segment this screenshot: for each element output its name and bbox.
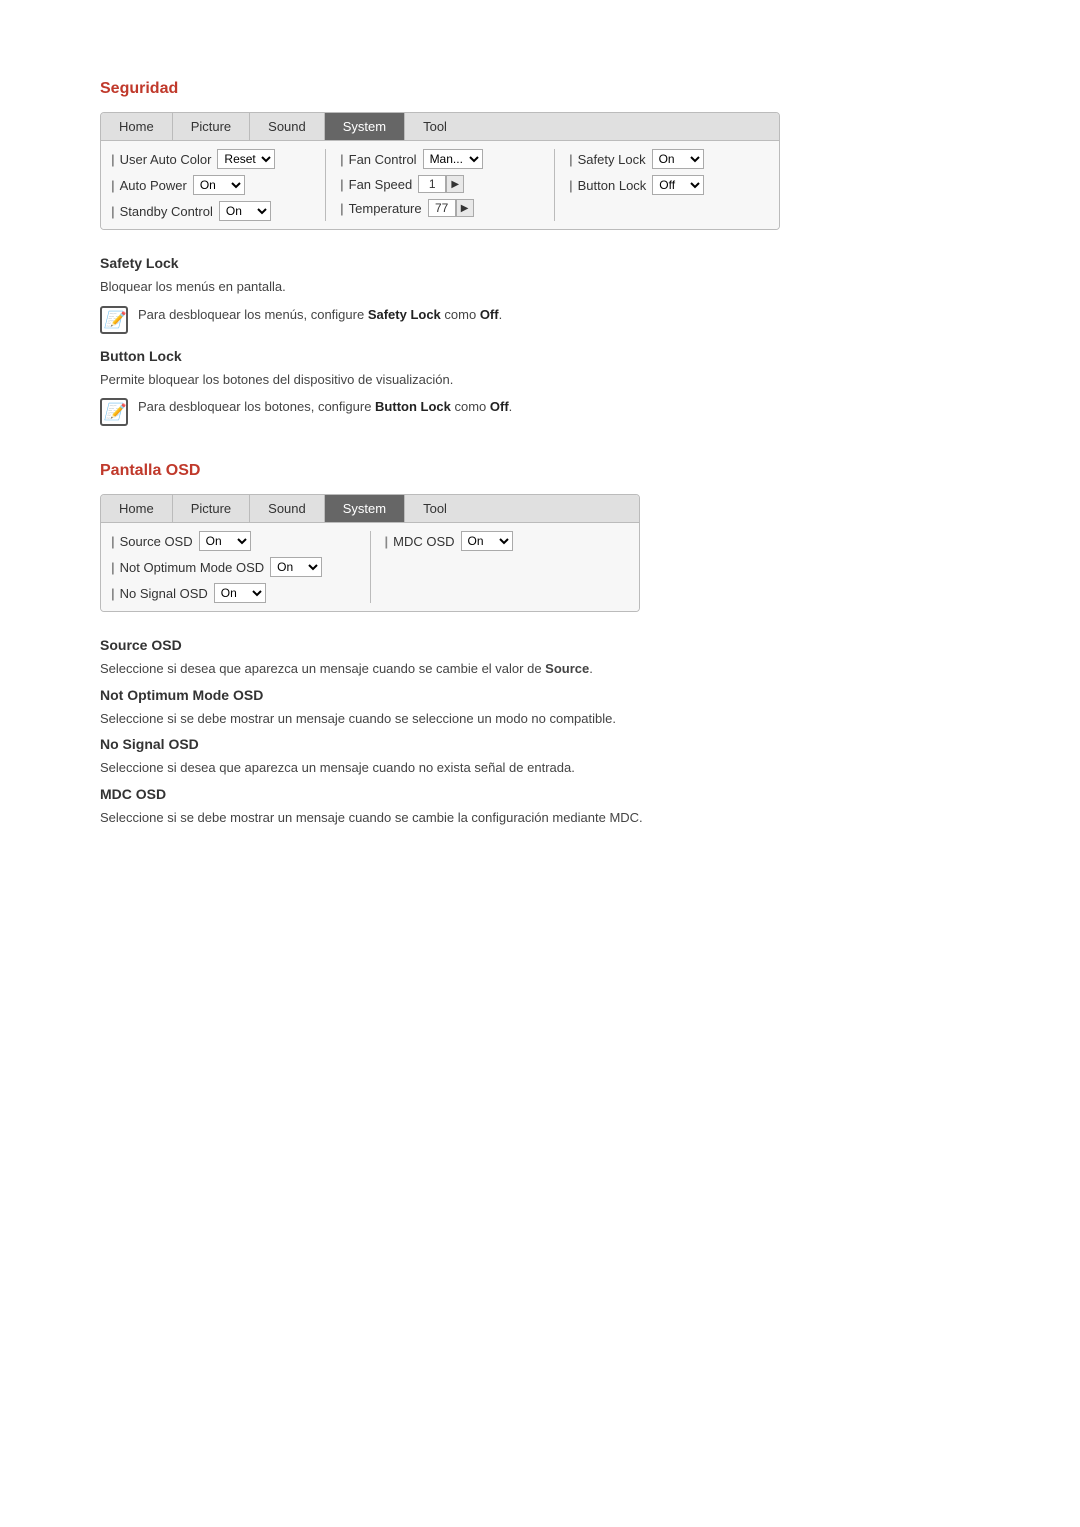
button-lock-note: 📝 Para desbloquear los botones, configur… <box>100 397 980 426</box>
no-signal-osd-title: No Signal OSD <box>100 736 980 752</box>
seg-row-auto-power: | Auto Power On Off <box>111 175 311 195</box>
pantalla-osd-menu: Home Picture Sound System Tool | Source … <box>100 494 640 612</box>
osd-tabs: Home Picture Sound System Tool <box>101 495 639 523</box>
seg-temperature-inc[interactable]: ▶ <box>456 199 474 217</box>
seg-divider2 <box>554 149 555 221</box>
mdc-osd-title: MDC OSD <box>100 786 980 802</box>
safety-lock-desc: Bloquear los menús en pantalla. <box>100 277 980 297</box>
seg-select-standby-control[interactable]: On Off <box>219 201 271 221</box>
seg-label-temperature: Temperature <box>349 201 422 216</box>
pantalla-osd-section: Pantalla OSD Home Picture Sound System T… <box>100 462 980 827</box>
note-icon-safety: 📝 <box>100 306 128 334</box>
safety-lock-note: 📝 Para desbloquear los menús, configure … <box>100 305 980 334</box>
seg-value-temperature: 77 <box>428 199 456 217</box>
osd-tab-system[interactable]: System <box>325 495 405 522</box>
seg-label-fan-control: Fan Control <box>349 152 417 167</box>
osd-menu-body: | Source OSD On Off | Not Optimum Mode O… <box>101 523 639 611</box>
seg-tab-home[interactable]: Home <box>101 113 173 140</box>
osd-row-mdc-osd: | MDC OSD On Off <box>385 531 630 551</box>
osd-tab-picture[interactable]: Picture <box>173 495 250 522</box>
seg-label-standby-control: Standby Control <box>120 204 213 219</box>
not-optimum-osd-title: Not Optimum Mode OSD <box>100 687 980 703</box>
osd-row-not-optimum: | Not Optimum Mode OSD On Off <box>111 557 356 577</box>
seg-row-standby-control: | Standby Control On Off <box>111 201 311 221</box>
osd-select-not-optimum[interactable]: On Off <box>270 557 322 577</box>
seg-label-button-lock: Button Lock <box>578 178 647 193</box>
osd-divider1 <box>370 531 371 603</box>
seg-select-user-auto-color[interactable]: Reset <box>217 149 275 169</box>
seg-row-user-auto-color: | User Auto Color Reset <box>111 149 311 169</box>
note-icon-button: 📝 <box>100 398 128 426</box>
osd-row-source-osd: | Source OSD On Off <box>111 531 356 551</box>
seg-col3: | Safety Lock On Off | Button Lock <box>569 149 769 221</box>
safety-lock-section: Safety Lock Bloquear los menús en pantal… <box>100 255 980 426</box>
seg-label-auto-power: Auto Power <box>120 178 187 193</box>
seg-select-fan-control[interactable]: Man... Auto <box>423 149 483 169</box>
osd-tab-home[interactable]: Home <box>101 495 173 522</box>
osd-row-no-signal: | No Signal OSD On Off <box>111 583 356 603</box>
osd-select-source-osd[interactable]: On Off <box>199 531 251 551</box>
seg-tab-tool[interactable]: Tool <box>405 113 465 140</box>
safety-lock-note-text: Para desbloquear los menús, configure Sa… <box>138 305 502 325</box>
osd-label-source-osd: Source OSD <box>120 534 193 549</box>
osd-select-no-signal[interactable]: On Off <box>214 583 266 603</box>
seg-col1: | User Auto Color Reset | Auto Power <box>111 149 311 221</box>
seg-label-safety-lock: Safety Lock <box>578 152 646 167</box>
osd-tab-sound[interactable]: Sound <box>250 495 325 522</box>
seg-divider1 <box>325 149 326 221</box>
seg-row-temperature: | Temperature 77 ▶ <box>340 199 540 217</box>
button-lock-title: Button Lock <box>100 348 980 364</box>
osd-label-mdc-osd: MDC OSD <box>393 534 454 549</box>
seg-select-safety-lock[interactable]: On Off <box>652 149 704 169</box>
seg-label-fan-speed: Fan Speed <box>349 177 413 192</box>
osd-label-not-optimum: Not Optimum Mode OSD <box>120 560 265 575</box>
seg-col2: | Fan Control Man... Auto | Fan Speed <box>340 149 540 221</box>
seg-tab-sound[interactable]: Sound <box>250 113 325 140</box>
osd-descriptions: Source OSD Seleccione si desea que apare… <box>100 637 980 827</box>
seg-select-auto-power[interactable]: On Off <box>193 175 245 195</box>
osd-col2: | MDC OSD On Off <box>385 531 630 603</box>
no-signal-osd-desc: Seleccione si desea que aparezca un mens… <box>100 758 980 778</box>
pantalla-osd-title: Pantalla OSD <box>100 462 980 480</box>
not-optimum-osd-desc: Seleccione si se debe mostrar un mensaje… <box>100 709 980 729</box>
seguridad-menu-body: | User Auto Color Reset | Auto Power <box>101 141 779 229</box>
button-lock-note-text: Para desbloquear los botones, configure … <box>138 397 512 417</box>
seg-row-button-lock: | Button Lock Off On <box>569 175 769 195</box>
seg-row-fan-speed: | Fan Speed 1 ▶ <box>340 175 540 193</box>
seg-row-safety-lock: | Safety Lock On Off <box>569 149 769 169</box>
osd-col1: | Source OSD On Off | Not Optimum Mode O… <box>111 531 356 603</box>
seguridad-menu: Home Picture Sound System Tool | User Au… <box>100 112 780 230</box>
source-osd-desc: Seleccione si desea que aparezca un mens… <box>100 659 980 679</box>
osd-tab-tool[interactable]: Tool <box>405 495 465 522</box>
seguridad-title: Seguridad <box>100 80 980 98</box>
button-lock-desc: Permite bloquear los botones del disposi… <box>100 370 980 390</box>
seg-value-fan-speed: 1 <box>418 175 446 193</box>
mdc-osd-desc: Seleccione si se debe mostrar un mensaje… <box>100 808 980 828</box>
seguridad-section: Seguridad Home Picture Sound System Tool… <box>100 80 980 426</box>
seg-label-user-auto-color: User Auto Color <box>120 152 212 167</box>
seg-tab-picture[interactable]: Picture <box>173 113 250 140</box>
seg-fan-speed-inc[interactable]: ▶ <box>446 175 464 193</box>
osd-label-no-signal: No Signal OSD <box>120 586 208 601</box>
source-osd-title: Source OSD <box>100 637 980 653</box>
seg-select-button-lock[interactable]: Off On <box>652 175 704 195</box>
seg-tab-system[interactable]: System <box>325 113 405 140</box>
osd-select-mdc-osd[interactable]: On Off <box>461 531 513 551</box>
seg-row-fan-control: | Fan Control Man... Auto <box>340 149 540 169</box>
seguridad-tabs: Home Picture Sound System Tool <box>101 113 779 141</box>
safety-lock-title: Safety Lock <box>100 255 980 271</box>
